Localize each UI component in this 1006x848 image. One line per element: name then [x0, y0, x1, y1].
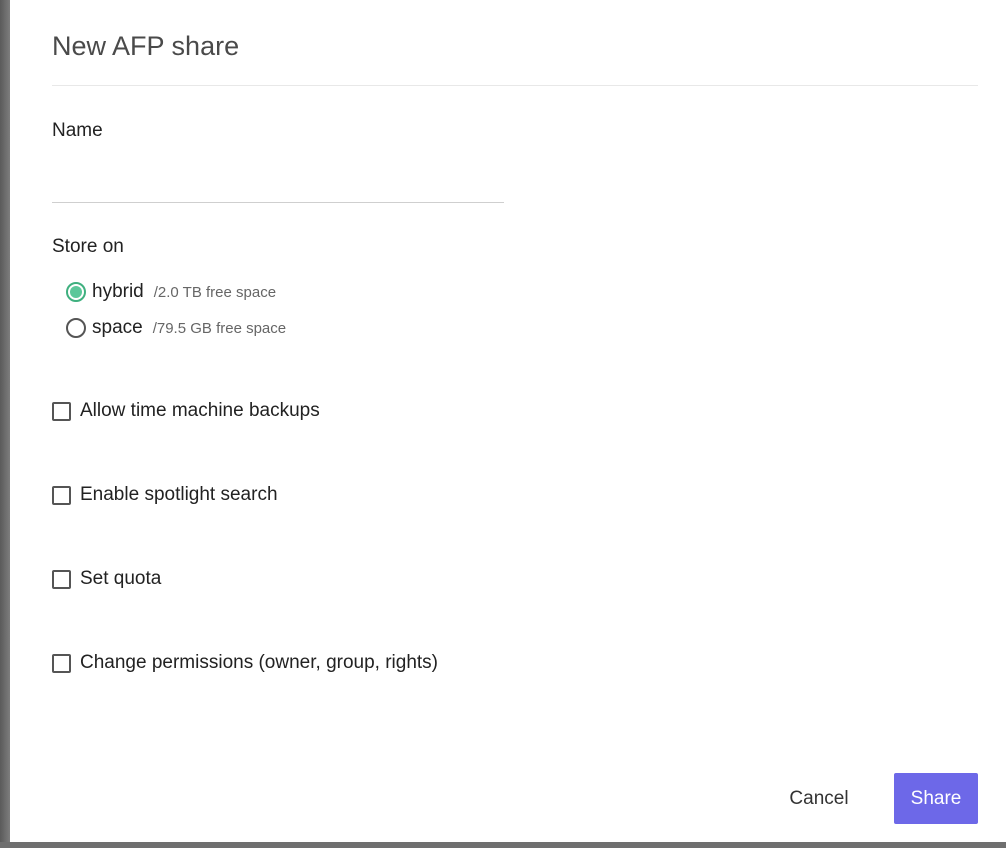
store-option-free-space: /79.5 GB free space [152, 319, 287, 337]
cancel-button[interactable]: Cancel [774, 778, 864, 820]
name-input[interactable] [52, 166, 504, 203]
spotlight-option[interactable]: Enable spotlight search [52, 482, 278, 508]
backdrop-bottom [0, 842, 1006, 848]
radio-selected-icon[interactable] [66, 282, 86, 302]
new-afp-share-dialog: New AFP share Name Store on hybrid /2.0 … [10, 0, 1006, 842]
time-machine-label: Allow time machine backups [80, 400, 320, 421]
backdrop-left [0, 0, 10, 848]
name-label: Name [52, 120, 103, 141]
permissions-label: Change permissions (owner, group, rights… [80, 652, 439, 673]
checkbox-unchecked-icon[interactable] [52, 485, 71, 505]
store-option-free-space: /2.0 TB free space [153, 283, 277, 301]
checkbox-unchecked-icon[interactable] [52, 569, 71, 589]
dialog-header: New AFP share [52, 28, 978, 86]
radio-unselected-icon[interactable] [66, 318, 86, 338]
checkbox-unchecked-icon[interactable] [52, 653, 71, 673]
store-option-hybrid[interactable]: hybrid /2.0 TB free space [66, 279, 276, 305]
quota-label: Set quota [80, 568, 162, 589]
store-option-label: space [92, 317, 143, 338]
store-on-label: Store on [52, 236, 124, 257]
checkbox-unchecked-icon[interactable] [52, 401, 71, 421]
time-machine-option[interactable]: Allow time machine backups [52, 398, 320, 424]
spotlight-label: Enable spotlight search [80, 484, 278, 505]
share-button[interactable]: Share [894, 773, 978, 824]
quota-option[interactable]: Set quota [52, 566, 161, 592]
store-option-space[interactable]: space /79.5 GB free space [66, 315, 286, 341]
permissions-option[interactable]: Change permissions (owner, group, rights… [52, 650, 438, 676]
dialog-title: New AFP share [52, 31, 240, 61]
store-option-label: hybrid [92, 281, 144, 302]
